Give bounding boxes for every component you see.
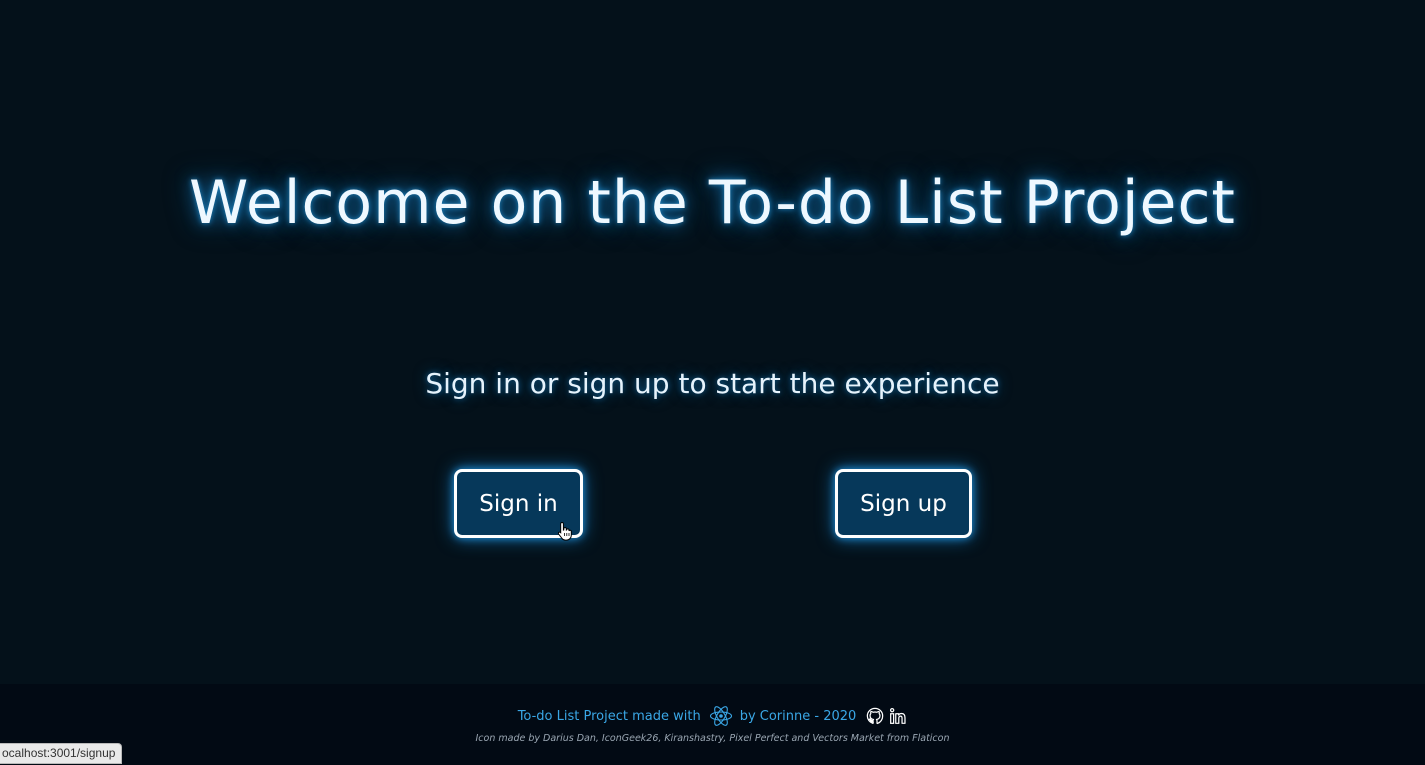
footer-author-text: by Corinne - 2020: [739, 708, 857, 724]
github-icon[interactable]: [866, 707, 884, 725]
page-subtitle: Sign in or sign up to start the experien…: [425, 367, 1000, 400]
linkedin-icon[interactable]: [889, 707, 907, 725]
hand-pointer-cursor-icon: [557, 521, 572, 541]
footer-credits-line: To-do List Project made with by Corinne …: [0, 706, 1425, 726]
footer: To-do List Project made with by Corinne …: [0, 684, 1425, 765]
footer-made-with-text: To-do List Project made with: [517, 708, 701, 724]
sign-up-button[interactable]: Sign up: [835, 469, 972, 538]
react-icon: [709, 706, 732, 726]
browser-status-url: ocalhost:3001/signup: [0, 743, 123, 764]
landing-page: Welcome on the To-do List Project Sign i…: [0, 0, 1425, 765]
footer-icon-attribution: Icon made by Darius Dan, IconGeek26, Kir…: [475, 733, 950, 744]
page-title: Welcome on the To-do List Project: [189, 168, 1236, 238]
